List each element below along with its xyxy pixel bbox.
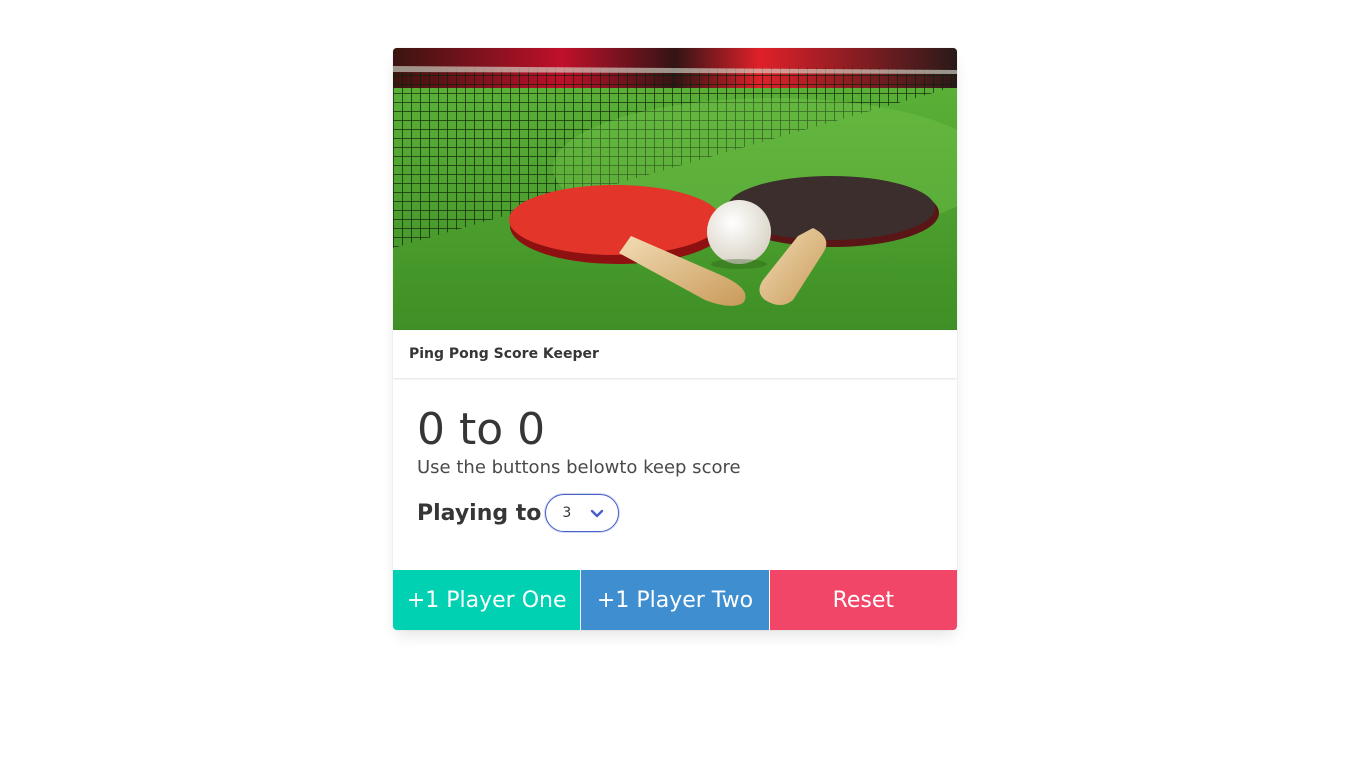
- reset-button[interactable]: Reset: [769, 570, 957, 630]
- winning-score-value: 3: [562, 505, 572, 521]
- card-header-title: Ping Pong Score Keeper: [409, 346, 599, 362]
- card-content: 0 to 0 Use the buttons belowto keep scor…: [393, 378, 957, 546]
- player-two-button[interactable]: +1 Player Two: [581, 570, 770, 630]
- score-card: Ping Pong Score Keeper 0 to 0 Use the bu…: [393, 48, 957, 630]
- instructions-text: Use the buttons belowto keep score: [417, 457, 741, 478]
- playing-to-label: Playing to: [417, 500, 542, 526]
- chevron-down-icon: [590, 506, 604, 525]
- score-display: 0 to 0: [417, 404, 546, 455]
- card-footer: +1 Player One +1 Player Two Reset: [393, 570, 957, 630]
- playing-to-row: Playing to 3: [417, 494, 933, 532]
- winning-score-select[interactable]: 3: [545, 494, 620, 532]
- card-header: Ping Pong Score Keeper: [393, 330, 957, 378]
- ping-pong-image: [393, 48, 957, 330]
- player-one-button[interactable]: +1 Player One: [393, 570, 582, 630]
